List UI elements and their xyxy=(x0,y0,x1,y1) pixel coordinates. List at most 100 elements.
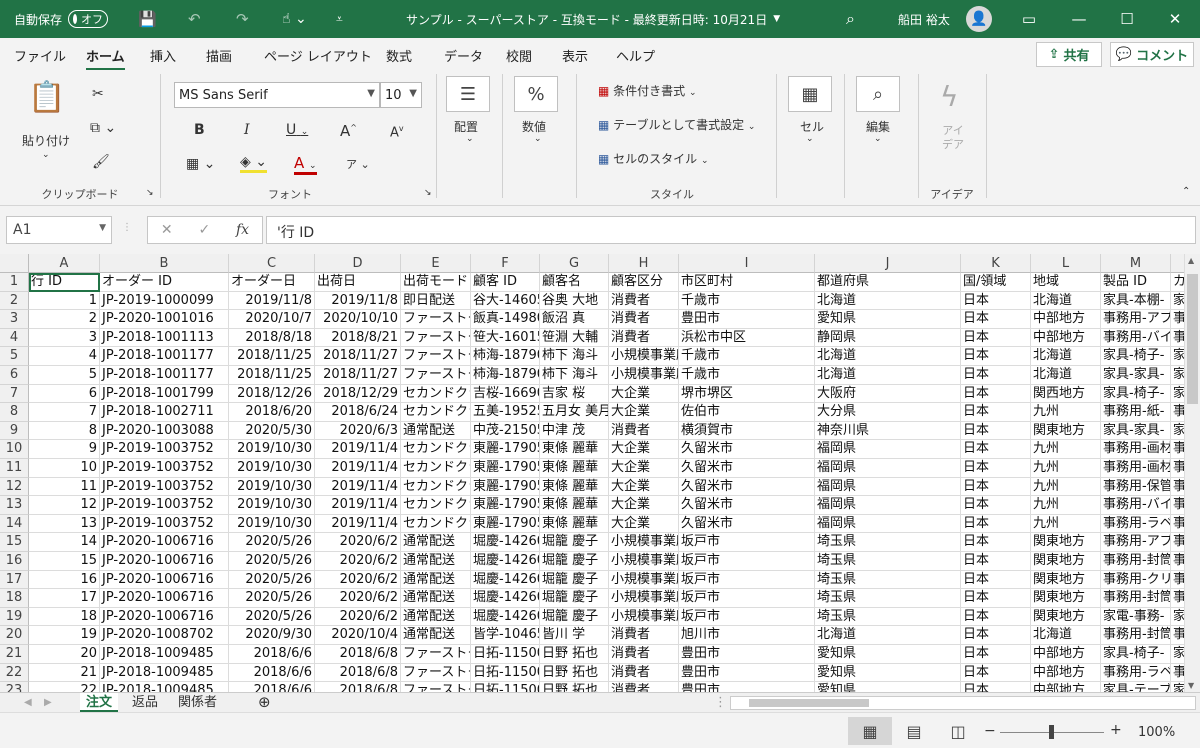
table-cell[interactable]: 五月女 美月 xyxy=(540,403,609,422)
table-cell[interactable]: 浜松市中区 xyxy=(679,328,815,348)
enter-icon[interactable]: ✓ xyxy=(198,222,210,238)
table-cell[interactable]: 日本 xyxy=(961,682,1031,692)
table-cell[interactable]: 豊田市 xyxy=(679,682,815,692)
table-cell[interactable]: 2020/6/2 xyxy=(315,570,401,590)
table-cell[interactable]: 2020/10/4 xyxy=(315,626,401,645)
table-cell[interactable]: 2018/6/8 xyxy=(315,682,401,692)
table-cell[interactable]: JP-2019-1003752 xyxy=(100,459,229,478)
table-cell[interactable]: 大企業 xyxy=(609,440,679,459)
table-cell[interactable]: 3 xyxy=(29,328,100,348)
table-cell[interactable]: 堀籠 慶子 xyxy=(540,570,609,590)
table-cell[interactable]: 坂戸市 xyxy=(679,570,815,590)
table-cell[interactable]: 小規模事業所 xyxy=(609,347,679,366)
table-cell[interactable]: 東條 麗華 xyxy=(540,459,609,478)
table-cell[interactable]: 埼玉県 xyxy=(815,589,961,608)
format-painter-icon[interactable]: 🖌 xyxy=(92,154,110,170)
header-cell[interactable]: オーダー ID xyxy=(100,273,229,292)
table-cell[interactable]: JP-2018-1001799 xyxy=(100,384,229,404)
table-cell[interactable]: 日本 xyxy=(961,496,1031,515)
table-cell[interactable]: ファーストクラス xyxy=(401,645,471,664)
table-cell[interactable]: 2018/8/18 xyxy=(229,328,315,348)
document-title[interactable]: サンプル - スーパーストア - 互換モード - 最終更新日時: 10月21日 ▼ xyxy=(406,0,780,38)
table-cell[interactable]: 事 xyxy=(1171,626,1184,645)
table-cell[interactable]: 北海道 xyxy=(815,291,961,311)
zoom-level[interactable]: 100% xyxy=(1138,725,1175,740)
table-cell[interactable]: 久留米市 xyxy=(679,496,815,515)
table-cell[interactable]: JP-2020-1006716 xyxy=(100,607,229,627)
table-cell[interactable]: 福岡県 xyxy=(815,440,961,459)
table-cell[interactable]: 中部地方 xyxy=(1031,310,1101,329)
table-cell[interactable]: 2018/11/25 xyxy=(229,347,315,366)
table-cell[interactable]: 2019/11/4 xyxy=(315,477,401,497)
table-cell[interactable]: 家 xyxy=(1171,607,1184,627)
header-cell[interactable]: 顧客区分 xyxy=(609,273,679,292)
tab-draw[interactable]: 描画 xyxy=(206,46,232,65)
table-cell[interactable]: 家 xyxy=(1171,347,1184,366)
ribbon-display-icon[interactable]: ▭ xyxy=(1006,0,1052,38)
table-cell[interactable]: 2019/11/8 xyxy=(229,291,315,311)
table-cell[interactable]: 北海道 xyxy=(1031,626,1101,645)
table-cell[interactable]: 13 xyxy=(29,514,100,534)
search-icon[interactable]: ⌕ xyxy=(846,0,855,38)
sheet-tab-returns[interactable]: 返品 xyxy=(126,693,164,712)
table-cell[interactable]: 福岡県 xyxy=(815,514,961,534)
table-cell[interactable]: 2018/6/6 xyxy=(229,663,315,683)
table-cell[interactable]: 日本 xyxy=(961,570,1031,590)
row-header[interactable]: 5 xyxy=(0,347,29,366)
row-header[interactable]: 7 xyxy=(0,384,29,404)
table-cell[interactable]: セカンドクラス xyxy=(401,496,471,515)
prev-sheet-icon[interactable]: ◀ xyxy=(18,693,38,712)
table-cell[interactable]: 北海道 xyxy=(815,366,961,385)
number-dropdown-icon[interactable]: ⌄ xyxy=(534,134,542,144)
table-cell[interactable]: 谷大-14605 xyxy=(471,291,540,311)
formula-input[interactable]: '行 ID xyxy=(266,216,1196,244)
row-header[interactable]: 21 xyxy=(0,645,29,664)
cut-icon[interactable]: ✂ xyxy=(92,86,104,102)
table-cell[interactable]: 12 xyxy=(29,496,100,515)
table-cell[interactable]: 家 xyxy=(1171,384,1184,404)
table-cell[interactable]: JP-2018-1001177 xyxy=(100,366,229,385)
table-cell[interactable]: 東條 麗華 xyxy=(540,440,609,459)
table-cell[interactable]: 豊田市 xyxy=(679,645,815,664)
table-cell[interactable]: JP-2019-1003752 xyxy=(100,496,229,515)
close-button[interactable]: ✕ xyxy=(1152,0,1198,38)
table-cell[interactable]: 関東地方 xyxy=(1031,607,1101,627)
cell-styles-button[interactable]: ▦ セルのスタイル ⌄ xyxy=(598,150,709,167)
table-cell[interactable]: 埼玉県 xyxy=(815,607,961,627)
table-cell[interactable]: 事 xyxy=(1171,440,1184,459)
table-cell[interactable]: 2018/11/27 xyxy=(315,347,401,366)
table-cell[interactable]: 消費者 xyxy=(609,682,679,692)
table-cell[interactable]: 通常配送 xyxy=(401,552,471,571)
table-cell[interactable]: 2018/6/8 xyxy=(315,663,401,683)
table-cell[interactable]: 2020/6/2 xyxy=(315,533,401,552)
table-cell[interactable]: JP-2018-1009485 xyxy=(100,645,229,664)
table-cell[interactable]: 日野 拓也 xyxy=(540,663,609,683)
table-cell[interactable]: 中津 茂 xyxy=(540,421,609,441)
table-cell[interactable]: 九州 xyxy=(1031,477,1101,497)
column-header-H[interactable]: H xyxy=(609,254,679,273)
table-cell[interactable]: 家具-家具- xyxy=(1101,366,1171,385)
header-cell[interactable]: 地域 xyxy=(1031,273,1101,292)
table-cell[interactable]: 坂戸市 xyxy=(679,533,815,552)
row-header[interactable]: 6 xyxy=(0,366,29,385)
table-cell[interactable]: 埼玉県 xyxy=(815,533,961,552)
sheet-tab-orders[interactable]: 注文 xyxy=(80,693,119,712)
table-cell[interactable]: 6 xyxy=(29,384,100,404)
table-cell[interactable]: 笹淵 大輔 xyxy=(540,328,609,348)
table-cell[interactable]: 豊田市 xyxy=(679,310,815,329)
table-cell[interactable]: 2020/5/26 xyxy=(229,552,315,571)
table-cell[interactable]: 静岡県 xyxy=(815,328,961,348)
border-icon[interactable]: ▦ ⌄ xyxy=(186,156,215,172)
row-header[interactable]: 4 xyxy=(0,328,29,348)
table-cell[interactable]: 小規模事業所 xyxy=(609,589,679,608)
table-cell[interactable]: ファーストクラス xyxy=(401,347,471,366)
zoom-out-icon[interactable]: − xyxy=(984,723,996,739)
table-cell[interactable]: 消費者 xyxy=(609,291,679,311)
table-cell[interactable]: 事務用-封筒 xyxy=(1101,552,1171,571)
table-cell[interactable]: 16 xyxy=(29,570,100,590)
header-cell[interactable]: 出荷モード xyxy=(401,273,471,292)
find-icon[interactable]: ⌕ xyxy=(856,76,900,112)
table-cell[interactable]: 福岡県 xyxy=(815,496,961,515)
table-cell[interactable]: 事 xyxy=(1171,459,1184,478)
table-cell[interactable]: 2019/11/4 xyxy=(315,440,401,459)
